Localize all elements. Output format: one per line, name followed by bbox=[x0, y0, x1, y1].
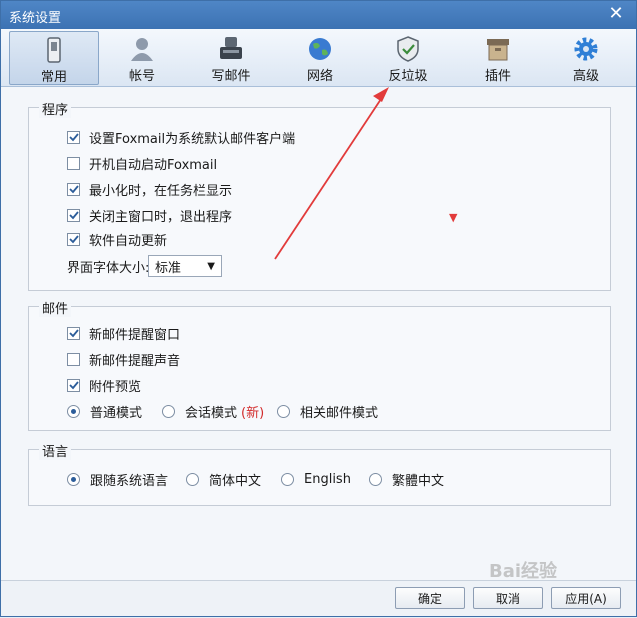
checkbox[interactable] bbox=[67, 352, 80, 366]
option-autostart[interactable]: 开机自动启动Foxmail bbox=[67, 154, 218, 173]
check-icon bbox=[68, 235, 79, 244]
option-label: 普通模式 bbox=[90, 405, 143, 421]
option-label: 新邮件提醒窗口 bbox=[89, 327, 181, 343]
tab-label: 常用 bbox=[40, 70, 67, 85]
option-label: 跟随系统语言 bbox=[90, 473, 169, 489]
font-size-value: 标准 bbox=[155, 260, 182, 276]
radio-dot bbox=[71, 476, 76, 482]
check-icon bbox=[68, 133, 79, 142]
option-minimize-taskbar[interactable]: 最小化时，在任务栏显示 bbox=[67, 180, 233, 199]
radio-follow-system[interactable]: 跟随系统语言 bbox=[67, 470, 169, 489]
radio-traditional-chinese[interactable]: 繁體中文 bbox=[369, 470, 445, 489]
tab-antispam[interactable]: 反垃圾 bbox=[363, 31, 453, 85]
radio-related-mode[interactable]: 相关邮件模式 bbox=[277, 402, 379, 421]
title-bar: 系统设置 ✕ bbox=[1, 1, 636, 29]
user-icon bbox=[131, 38, 153, 61]
window-title: 系统设置 bbox=[9, 11, 62, 26]
tab-advanced[interactable]: 高级 bbox=[541, 31, 631, 85]
option-label: 新邮件提醒声音 bbox=[89, 353, 181, 369]
category-toolbar: 常用 帐号 写邮件 网络 反垃圾 插件 高级 bbox=[1, 29, 636, 87]
group-title: 语言 bbox=[39, 441, 72, 460]
option-attachment-preview[interactable]: 附件预览 bbox=[67, 376, 142, 395]
phone-icon bbox=[47, 37, 61, 63]
radio-conversation-mode[interactable]: 会话模式 (新) bbox=[162, 402, 265, 421]
radio-simplified-chinese[interactable]: 简体中文 bbox=[186, 470, 262, 489]
radio[interactable] bbox=[277, 404, 290, 418]
radio[interactable] bbox=[67, 404, 80, 418]
settings-window: 系统设置 ✕ 常用 帐号 写邮件 网络 反垃圾 插件 高级 程序 设置Foxma… bbox=[0, 0, 637, 617]
radio[interactable] bbox=[162, 404, 175, 418]
radio[interactable] bbox=[281, 472, 294, 486]
option-default-client[interactable]: 设置Foxmail为系统默认邮件客户端 bbox=[67, 128, 296, 147]
ok-button[interactable]: 确定 bbox=[395, 587, 465, 609]
tab-compose[interactable]: 写邮件 bbox=[186, 31, 276, 85]
radio-normal-mode[interactable]: 普通模式 bbox=[67, 402, 143, 421]
box-icon bbox=[487, 39, 509, 61]
radio[interactable] bbox=[186, 472, 199, 486]
button-bar: 确定 取消 应用(A) bbox=[1, 580, 636, 616]
new-badge: (新) bbox=[241, 405, 265, 421]
option-new-mail-sound[interactable]: 新邮件提醒声音 bbox=[67, 350, 181, 369]
watermark: Bai经验 bbox=[489, 561, 558, 582]
check-icon bbox=[68, 211, 79, 220]
check-icon bbox=[68, 185, 79, 194]
shield-icon bbox=[397, 36, 419, 62]
chevron-down-icon: ▼ bbox=[207, 260, 215, 272]
group-title: 程序 bbox=[39, 99, 72, 118]
option-new-mail-window[interactable]: 新邮件提醒窗口 bbox=[67, 324, 181, 343]
option-label: 相关邮件模式 bbox=[300, 405, 379, 421]
tab-label: 网络 bbox=[306, 69, 333, 84]
radio-english[interactable]: English bbox=[281, 470, 351, 488]
option-auto-update[interactable]: 软件自动更新 bbox=[67, 230, 168, 249]
tab-label: 高级 bbox=[572, 69, 599, 84]
group-title: 邮件 bbox=[39, 298, 72, 317]
option-label: 软件自动更新 bbox=[89, 233, 168, 249]
checkbox[interactable] bbox=[67, 378, 80, 392]
check-icon bbox=[68, 381, 79, 390]
radio-dot bbox=[71, 408, 76, 414]
apply-button[interactable]: 应用(A) bbox=[551, 587, 621, 609]
check-icon bbox=[68, 329, 79, 338]
tab-general[interactable]: 常用 bbox=[9, 31, 99, 85]
globe-icon bbox=[309, 38, 331, 60]
option-label: 开机自动启动Foxmail bbox=[89, 157, 218, 173]
checkbox[interactable] bbox=[67, 208, 80, 222]
option-label: 简体中文 bbox=[209, 473, 262, 489]
checkbox[interactable] bbox=[67, 130, 80, 144]
radio[interactable] bbox=[369, 472, 382, 486]
tab-label: 反垃圾 bbox=[388, 69, 428, 84]
checkbox[interactable] bbox=[67, 156, 80, 170]
option-close-exit[interactable]: 关闭主窗口时，退出程序 bbox=[67, 206, 233, 225]
radio[interactable] bbox=[67, 472, 80, 486]
font-size-select[interactable]: 标准 ▼ bbox=[148, 255, 222, 277]
font-size-label: 界面字体大小: bbox=[67, 260, 150, 276]
option-label: English bbox=[304, 471, 351, 487]
annotation-marker-icon: ▼ bbox=[449, 211, 458, 224]
option-label: 最小化时，在任务栏显示 bbox=[89, 183, 233, 199]
option-label: 繁體中文 bbox=[392, 473, 445, 489]
checkbox[interactable] bbox=[67, 326, 80, 340]
close-icon[interactable]: ✕ bbox=[606, 4, 626, 24]
checkbox[interactable] bbox=[67, 232, 80, 246]
tab-label: 插件 bbox=[484, 69, 511, 84]
option-label: 附件预览 bbox=[89, 379, 142, 395]
option-label: 会话模式 bbox=[185, 405, 238, 421]
option-label: 设置Foxmail为系统默认邮件客户端 bbox=[89, 131, 296, 147]
compose-icon bbox=[220, 37, 242, 59]
gear-icon bbox=[574, 37, 598, 61]
tab-label: 帐号 bbox=[128, 69, 155, 84]
checkbox[interactable] bbox=[67, 182, 80, 196]
tab-label: 写邮件 bbox=[211, 69, 251, 84]
cancel-button[interactable]: 取消 bbox=[473, 587, 543, 609]
tab-plugins[interactable]: 插件 bbox=[453, 31, 543, 85]
tab-network[interactable]: 网络 bbox=[275, 31, 365, 85]
option-label: 关闭主窗口时，退出程序 bbox=[89, 209, 233, 225]
tab-account[interactable]: 帐号 bbox=[97, 31, 187, 85]
